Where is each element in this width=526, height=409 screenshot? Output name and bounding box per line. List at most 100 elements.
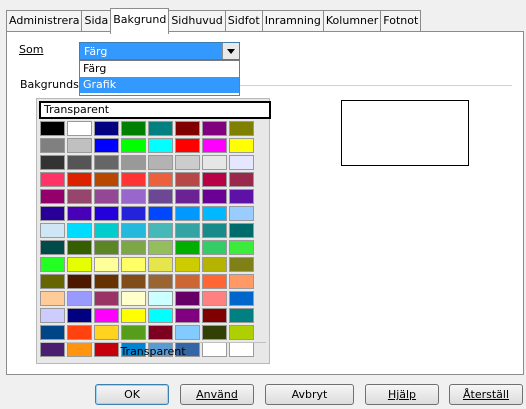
color-swatch[interactable] (202, 189, 227, 204)
tab-bakgrund[interactable]: Bakgrund (110, 8, 170, 34)
color-swatch[interactable] (121, 291, 146, 306)
color-swatch[interactable] (175, 223, 200, 238)
dropdown-option-farg[interactable]: Färg (80, 61, 239, 77)
color-swatch[interactable] (94, 274, 119, 289)
color-swatch[interactable] (67, 138, 92, 153)
color-swatch[interactable] (148, 257, 173, 272)
tab-sidhuvud[interactable]: Sidhuvud (168, 10, 226, 31)
color-swatch[interactable] (229, 274, 254, 289)
color-swatch[interactable] (67, 121, 92, 136)
color-swatch[interactable] (94, 308, 119, 323)
color-swatch[interactable] (148, 274, 173, 289)
color-swatch[interactable] (40, 138, 65, 153)
color-swatch[interactable] (202, 240, 227, 255)
som-select[interactable]: Färg (79, 42, 240, 60)
color-swatch[interactable] (175, 189, 200, 204)
transparent-field[interactable]: Transparent (39, 101, 271, 119)
color-swatch[interactable] (202, 274, 227, 289)
tab-inramning[interactable]: Inramning (261, 10, 324, 31)
color-swatch[interactable] (229, 291, 254, 306)
color-swatch[interactable] (67, 274, 92, 289)
color-swatch[interactable] (175, 325, 200, 340)
color-swatch[interactable] (94, 138, 119, 153)
color-swatch[interactable] (202, 206, 227, 221)
tab-fotnot[interactable]: Fotnot (380, 10, 422, 31)
color-swatch[interactable] (202, 223, 227, 238)
color-swatch[interactable] (40, 308, 65, 323)
color-swatch[interactable] (40, 189, 65, 204)
color-swatch[interactable] (175, 308, 200, 323)
color-swatch[interactable] (121, 257, 146, 272)
color-swatch[interactable] (121, 189, 146, 204)
color-swatch[interactable] (175, 172, 200, 187)
color-swatch[interactable] (175, 240, 200, 255)
color-swatch[interactable] (175, 121, 200, 136)
dropdown-button[interactable] (222, 43, 239, 59)
color-swatch[interactable] (148, 308, 173, 323)
color-swatch[interactable] (121, 240, 146, 255)
color-swatch[interactable] (202, 172, 227, 187)
color-swatch[interactable] (202, 291, 227, 306)
color-swatch[interactable] (40, 121, 65, 136)
color-swatch[interactable] (67, 223, 92, 238)
color-swatch[interactable] (229, 257, 254, 272)
color-swatch[interactable] (229, 223, 254, 238)
color-swatch[interactable] (94, 172, 119, 187)
color-swatch[interactable] (175, 274, 200, 289)
color-swatch[interactable] (175, 206, 200, 221)
color-swatch[interactable] (148, 155, 173, 170)
help-button[interactable]: Hjälp (365, 384, 439, 405)
color-swatch[interactable] (121, 223, 146, 238)
dropdown-option-grafik[interactable]: Grafik (80, 77, 239, 93)
color-swatch[interactable] (202, 121, 227, 136)
color-swatch[interactable] (40, 325, 65, 340)
color-swatch[interactable] (40, 206, 65, 221)
color-swatch[interactable] (67, 172, 92, 187)
color-swatch[interactable] (121, 138, 146, 153)
color-swatch[interactable] (94, 121, 119, 136)
color-swatch[interactable] (94, 325, 119, 340)
color-swatch[interactable] (67, 155, 92, 170)
tab-kolumner[interactable]: Kolumner (322, 10, 382, 31)
color-swatch[interactable] (94, 206, 119, 221)
tab-sidfot[interactable]: Sidfot (224, 10, 263, 31)
color-swatch[interactable] (148, 240, 173, 255)
color-swatch[interactable] (202, 325, 227, 340)
color-swatch[interactable] (94, 257, 119, 272)
color-swatch[interactable] (94, 155, 119, 170)
color-swatch[interactable] (202, 257, 227, 272)
color-swatch[interactable] (67, 257, 92, 272)
color-swatch[interactable] (229, 138, 254, 153)
color-swatch[interactable] (40, 240, 65, 255)
color-swatch[interactable] (121, 155, 146, 170)
tab-sida[interactable]: Sida (81, 10, 112, 31)
color-swatch[interactable] (148, 189, 173, 204)
color-swatch[interactable] (94, 189, 119, 204)
color-swatch[interactable] (121, 206, 146, 221)
color-swatch[interactable] (148, 325, 173, 340)
color-swatch[interactable] (67, 206, 92, 221)
color-swatch[interactable] (40, 291, 65, 306)
color-swatch[interactable] (121, 121, 146, 136)
color-swatch[interactable] (121, 325, 146, 340)
color-swatch[interactable] (148, 223, 173, 238)
transparent-button[interactable]: Transparent (37, 345, 269, 358)
color-swatch[interactable] (148, 121, 173, 136)
color-swatch[interactable] (121, 172, 146, 187)
color-swatch[interactable] (67, 240, 92, 255)
color-swatch[interactable] (67, 291, 92, 306)
color-swatch[interactable] (229, 189, 254, 204)
color-swatch[interactable] (40, 257, 65, 272)
color-swatch[interactable] (40, 274, 65, 289)
color-swatch[interactable] (229, 325, 254, 340)
color-swatch[interactable] (229, 155, 254, 170)
ok-button[interactable]: OK (95, 384, 169, 405)
color-swatch[interactable] (121, 308, 146, 323)
apply-button[interactable]: Använd (180, 384, 254, 405)
color-swatch[interactable] (229, 206, 254, 221)
tab-administrera[interactable]: Administrera (6, 10, 83, 31)
color-swatch[interactable] (229, 240, 254, 255)
color-swatch[interactable] (94, 240, 119, 255)
color-swatch[interactable] (148, 172, 173, 187)
color-swatch[interactable] (229, 121, 254, 136)
